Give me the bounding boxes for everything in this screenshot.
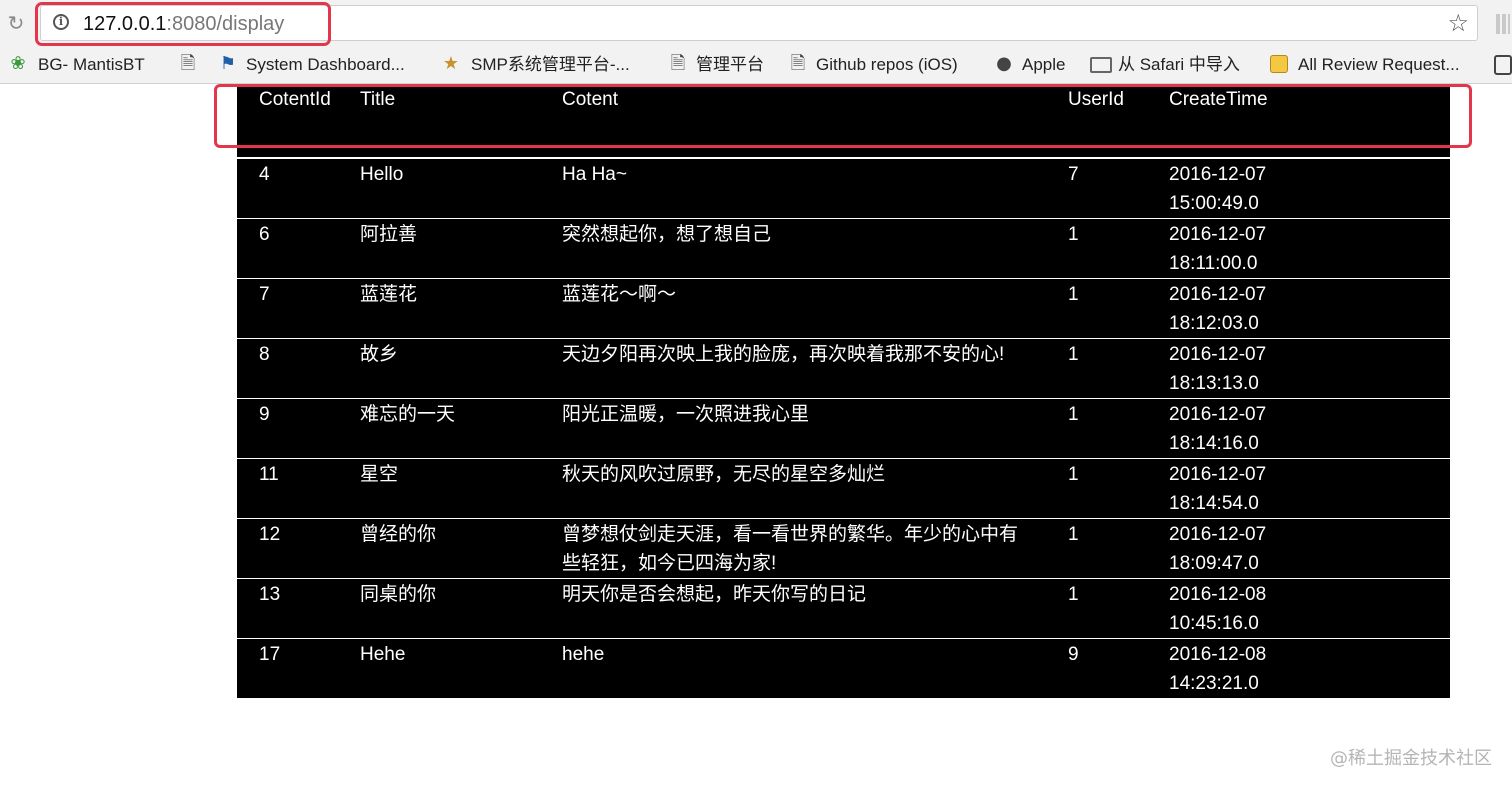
cell-createtime: 2016-12-07 18:11:00.0 bbox=[1169, 220, 1309, 278]
cell-userid: 1 bbox=[1068, 224, 1079, 245]
createtime-time: 18:13:13.0 bbox=[1169, 373, 1259, 394]
cell-title: 阿拉善 bbox=[360, 224, 418, 245]
createtime-date: 2016-12-07 bbox=[1169, 224, 1267, 245]
bookmark-mantisbt[interactable]: BG- MantisBT bbox=[38, 53, 145, 77]
bookmark-system-dashboard[interactable]: System Dashboard... bbox=[246, 53, 424, 77]
cell-createtime: 2016-12-07 15:00:49.0 bbox=[1169, 160, 1309, 218]
watermark: @稀土掘金技术社区 bbox=[1330, 748, 1492, 769]
table-row: 4 Hello Ha Ha~ 7 2016-12-07 15:00:49.0 bbox=[237, 158, 1450, 218]
address-bar-highlight bbox=[35, 2, 331, 46]
cell-content: 蓝莲花～啊～ bbox=[562, 284, 677, 305]
createtime-date: 2016-12-07 bbox=[1169, 284, 1267, 305]
createtime-time: 15:00:49.0 bbox=[1169, 193, 1259, 214]
table-row: 6 阿拉善 突然想起你，想了想自己 1 2016-12-07 18:11:00.0 bbox=[237, 218, 1450, 278]
page-icon[interactable]: 🗎 bbox=[178, 53, 198, 75]
extensions-icon[interactable] bbox=[1496, 14, 1510, 34]
review-icon bbox=[1270, 55, 1288, 73]
createtime-time: 18:14:54.0 bbox=[1169, 493, 1259, 514]
more-bookmarks-icon[interactable] bbox=[1494, 55, 1512, 75]
createtime-time: 10:45:16.0 bbox=[1169, 613, 1259, 634]
cell-id: 13 bbox=[259, 584, 281, 605]
reload-icon[interactable]: ↻ bbox=[5, 13, 27, 35]
cell-content: 天边夕阳再次映上我的脸庞，再次映着我那不安的心! bbox=[562, 344, 1005, 365]
cell-title: 同桌的你 bbox=[360, 584, 437, 605]
table-row: 12 曾经的你 曾梦想仗剑走天涯，看一看世界的繁华。年少的心中有些轻狂，如今已四海为… bbox=[237, 518, 1450, 578]
createtime-date: 2016-12-07 bbox=[1169, 344, 1267, 365]
bookmarks-bar: ❀ BG- MantisBT 🗎 ⚑ System Dashboard... ★… bbox=[0, 48, 1512, 84]
bookmark-github-repos[interactable]: Github repos (iOS) bbox=[816, 53, 958, 77]
cell-content: 明天你是否会想起，昨天你写的日记 bbox=[562, 584, 867, 605]
bookmark-smp[interactable]: SMP系统管理平台-... bbox=[471, 53, 651, 77]
cell-createtime: 2016-12-08 14:23:21.0 bbox=[1169, 640, 1309, 698]
cell-title: 故乡 bbox=[360, 344, 399, 365]
cell-title: 曾经的你 bbox=[360, 524, 437, 545]
createtime-time: 18:09:47.0 bbox=[1169, 553, 1259, 574]
table-row: 13 同桌的你 明天你是否会想起，昨天你写的日记 1 2016-12-08 10:45:1… bbox=[237, 578, 1450, 638]
bookmark-safari-import[interactable]: 从 Safari 中导入 bbox=[1118, 53, 1240, 77]
createtime-date: 2016-12-08 bbox=[1169, 584, 1267, 605]
cell-content: Ha Ha~ bbox=[562, 164, 627, 185]
cell-userid: 7 bbox=[1068, 164, 1079, 185]
cell-createtime: 2016-12-08 10:45:16.0 bbox=[1169, 580, 1309, 638]
smp-icon: ★ bbox=[442, 53, 460, 74]
bookmark-apple[interactable]: Apple bbox=[1022, 53, 1065, 77]
mantis-icon: ❀ bbox=[10, 53, 26, 74]
cell-userid: 1 bbox=[1068, 344, 1079, 365]
cell-id: 11 bbox=[259, 464, 279, 485]
cell-content: 突然想起你，想了想自己 bbox=[562, 224, 772, 245]
page-icon: 🗎 bbox=[670, 53, 686, 74]
apple-icon: ● bbox=[996, 53, 1012, 74]
cell-userid: 9 bbox=[1068, 644, 1079, 665]
createtime-time: 18:11:00.0 bbox=[1169, 253, 1258, 274]
table-row: 17 Hehe hehe 9 2016-12-08 14:23:21.0 bbox=[237, 638, 1450, 698]
page-icon: 🗎 bbox=[790, 53, 806, 74]
cell-id: 6 bbox=[259, 224, 270, 245]
cell-title: 蓝莲花 bbox=[360, 284, 418, 305]
header-highlight bbox=[214, 84, 1472, 148]
cell-content: 秋天的风吹过原野，无尽的星空多灿烂 bbox=[562, 464, 886, 485]
cell-id: 7 bbox=[259, 284, 270, 305]
bookmark-management-platform[interactable]: 管理平台 bbox=[696, 53, 764, 77]
cell-title: 星空 bbox=[360, 464, 399, 485]
createtime-date: 2016-12-07 bbox=[1169, 404, 1267, 425]
createtime-date: 2016-12-07 bbox=[1169, 524, 1267, 545]
table-row: 8 故乡 天边夕阳再次映上我的脸庞，再次映着我那不安的心! 1 2016-12-07 18… bbox=[237, 338, 1450, 398]
cell-createtime: 2016-12-07 18:13:13.0 bbox=[1169, 340, 1309, 398]
cell-title: Hello bbox=[360, 164, 404, 185]
cell-id: 17 bbox=[259, 644, 281, 665]
cell-id: 4 bbox=[259, 164, 270, 185]
content-table: CotentId Title Cotent UserId CreateTime … bbox=[237, 84, 1450, 698]
cell-userid: 1 bbox=[1068, 584, 1079, 605]
cell-content: 阳光正温暖，一次照进我心里 bbox=[562, 404, 810, 425]
table-row: 7 蓝莲花 蓝莲花～啊～ 1 2016-12-07 18:12:03.0 bbox=[237, 278, 1450, 338]
table-row: 9 难忘的一天 阳光正温暖，一次照进我心里 1 2016-12-07 18:14:16.0 bbox=[237, 398, 1450, 458]
createtime-time: 18:14:16.0 bbox=[1169, 433, 1259, 454]
cell-content: hehe bbox=[562, 644, 605, 665]
cell-userid: 1 bbox=[1068, 284, 1079, 305]
cell-id: 9 bbox=[259, 404, 270, 425]
cell-id: 12 bbox=[259, 524, 281, 545]
cell-id: 8 bbox=[259, 344, 270, 365]
createtime-date: 2016-12-07 bbox=[1169, 464, 1267, 485]
cell-createtime: 2016-12-07 18:12:03.0 bbox=[1169, 280, 1309, 338]
cell-createtime: 2016-12-07 18:14:54.0 bbox=[1169, 460, 1309, 518]
createtime-time: 18:12:03.0 bbox=[1169, 313, 1259, 334]
table-row: 11 星空 秋天的风吹过原野，无尽的星空多灿烂 1 2016-12-07 18:14:54… bbox=[237, 458, 1450, 518]
cell-title: 难忘的一天 bbox=[360, 404, 456, 425]
cell-userid: 1 bbox=[1068, 524, 1079, 545]
cell-title: Hehe bbox=[360, 644, 406, 665]
dashboard-icon: ⚑ bbox=[219, 53, 237, 74]
bookmark-star-icon[interactable]: ☆ bbox=[1447, 9, 1469, 37]
cell-userid: 1 bbox=[1068, 464, 1079, 485]
createtime-date: 2016-12-08 bbox=[1169, 644, 1267, 665]
cell-content: 曾梦想仗剑走天涯，看一看世界的繁华。年少的心中有些轻狂，如今已四海为家! bbox=[562, 524, 1019, 574]
cell-userid: 1 bbox=[1068, 404, 1079, 425]
folder-icon bbox=[1090, 57, 1112, 73]
createtime-date: 2016-12-07 bbox=[1169, 164, 1267, 185]
createtime-time: 14:23:21.0 bbox=[1169, 673, 1259, 694]
bookmark-review-requests[interactable]: All Review Request... bbox=[1298, 53, 1478, 77]
cell-createtime: 2016-12-07 18:14:16.0 bbox=[1169, 400, 1309, 458]
cell-createtime: 2016-12-07 18:09:47.0 bbox=[1169, 520, 1309, 578]
